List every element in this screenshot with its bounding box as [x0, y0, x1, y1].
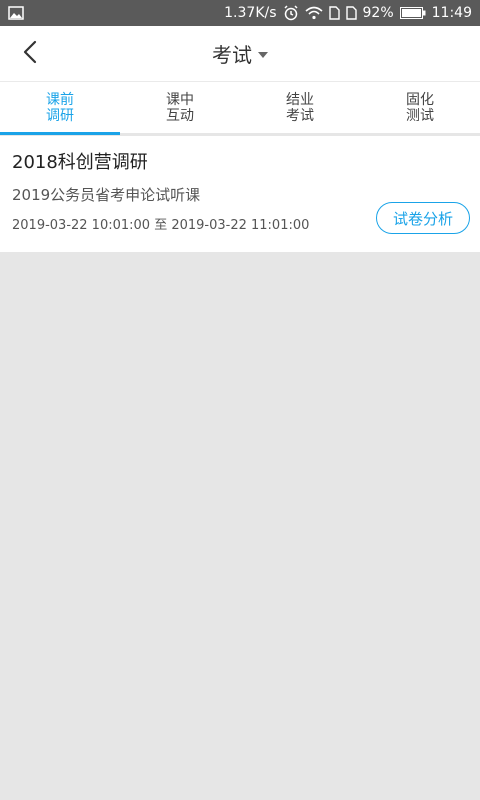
chevron-left-icon	[21, 40, 39, 68]
tab-pre-class-survey[interactable]: 课前 调研	[0, 82, 120, 135]
tab-label: 调研	[46, 108, 74, 124]
tab-label: 测试	[406, 108, 434, 124]
alarm-icon	[283, 5, 299, 21]
battery-percent: 92%	[362, 5, 394, 21]
wifi-icon	[304, 6, 323, 20]
course-name: 2019公务员省考申论试听课	[12, 186, 201, 204]
sim-icon	[345, 6, 357, 20]
image-icon	[8, 6, 24, 20]
title-dropdown[interactable]: 考试	[212, 39, 268, 68]
status-bar: 1.37K/s 92% 11:49	[0, 0, 480, 26]
list-item[interactable]: 2018科创营调研 2019公务员省考申论试听课 2019-03-22 10:0…	[0, 136, 480, 252]
survey-title: 2018科创营调研	[12, 152, 148, 173]
header-bar: 考试	[0, 26, 480, 82]
tab-label: 互动	[166, 108, 194, 124]
tab-label: 课前	[46, 92, 74, 108]
tab-label: 课中	[166, 92, 194, 108]
tab-bar: 课前 调研 课中 互动 结业 考试 固化 测试	[0, 82, 480, 135]
page-title: 考试	[212, 43, 252, 67]
caret-down-icon	[258, 51, 268, 58]
tab-reinforcement-test[interactable]: 固化 测试	[360, 82, 480, 134]
back-button[interactable]	[10, 34, 50, 74]
tab-label: 固化	[406, 92, 434, 108]
tab-final-exam[interactable]: 结业 考试	[240, 82, 360, 134]
sim-icon	[328, 6, 340, 20]
tab-label: 考试	[286, 108, 314, 124]
paper-analysis-button[interactable]: 试卷分析	[376, 202, 470, 234]
tab-in-class-interaction[interactable]: 课中 互动	[120, 82, 240, 134]
network-speed: 1.37K/s	[224, 5, 277, 21]
battery-icon	[399, 7, 426, 19]
tab-label: 结业	[286, 92, 314, 108]
status-time: 11:49	[431, 5, 472, 21]
time-range: 2019-03-22 10:01:00 至 2019-03-22 11:01:0…	[12, 218, 310, 233]
